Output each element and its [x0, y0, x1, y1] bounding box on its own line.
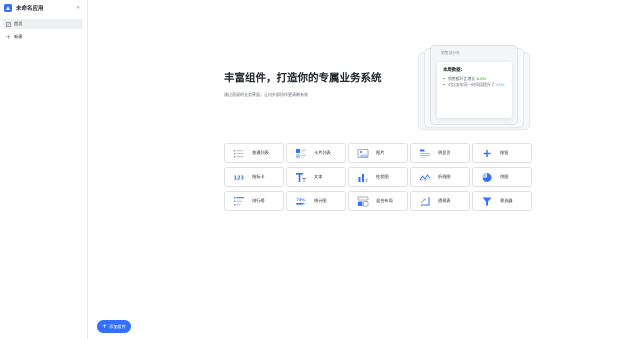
add-widget-label: 添加组件	[109, 323, 126, 329]
widget-label: 明显页	[438, 150, 451, 155]
metric-123-icon: 123	[230, 170, 248, 184]
widget-metric-card[interactable]: 123 指标卡	[224, 167, 284, 187]
preview-card-content: 本周数据: 销售额环比增长 6.8% 对比去年同一时间段提升了 25%	[437, 62, 512, 118]
sidebar-item-home[interactable]: 首页	[3, 19, 83, 29]
widget-label: 筛选器	[500, 198, 513, 203]
widget-bar-chart[interactable]: 柱状图	[348, 167, 408, 187]
page-icon	[6, 21, 11, 27]
plus-icon: +	[102, 322, 108, 330]
widget-label: 图片	[376, 150, 385, 155]
app-header: 未命名应用	[0, 0, 88, 16]
widget-label: 饼图	[500, 174, 509, 179]
line-value: 25%	[495, 82, 505, 87]
svg-text:75%: 75%	[297, 198, 306, 202]
text-icon	[292, 170, 310, 184]
widget-label: 文本	[314, 174, 323, 179]
widget-label: 折线图	[438, 174, 451, 179]
sidebar-item-label: 首页	[14, 21, 23, 26]
preview-card-header: 销售部分析	[441, 50, 460, 55]
widget-label: 指标卡	[252, 174, 265, 179]
mixed-layout-icon	[354, 194, 372, 208]
line-value: 6.8%	[476, 76, 487, 81]
widget-card-list[interactable]: 卡片列表	[286, 143, 346, 163]
widget-detail-page[interactable]: 明显页	[410, 143, 470, 163]
hero-title: 丰富组件，打造你的专属业务系统	[224, 72, 382, 84]
svg-text:123: 123	[234, 175, 245, 181]
widget-label: 按钮	[500, 150, 509, 155]
widget-list[interactable]: 普通列表	[224, 143, 284, 163]
detail-page-icon	[416, 146, 434, 160]
widget-pivot-table[interactable]: 透视表	[410, 191, 470, 211]
bar-chart-icon	[354, 170, 372, 184]
ranking-icon	[230, 194, 248, 208]
widget-pie-chart[interactable]: 饼图	[472, 167, 532, 187]
widget-ranking[interactable]: 排行榜	[224, 191, 284, 211]
preview-card-title: 本周数据:	[443, 68, 463, 73]
widget-label: 卡片列表	[314, 150, 331, 155]
line-chart-icon	[416, 170, 434, 184]
percent-chart-icon: 75%	[292, 194, 310, 208]
sidebar-item-label: 新建	[14, 34, 23, 39]
widget-label: 透视表	[438, 198, 451, 203]
list-icon	[230, 146, 248, 160]
hero-subtitle: 通过直观的业务界面，让内外部协作更清晰有效	[224, 92, 308, 97]
widget-filter[interactable]: 筛选器	[472, 191, 532, 211]
sidebar-item-new[interactable]: + 新建	[3, 32, 83, 42]
preview-card-line: 对比去年同一时间段提升了 25%	[443, 82, 506, 88]
app-logo-icon	[4, 4, 12, 12]
widget-button[interactable]: 按钮	[472, 143, 532, 163]
plus-icon	[478, 146, 496, 160]
pie-chart-icon	[478, 170, 496, 184]
plus-icon: +	[5, 33, 12, 41]
sidebar: 未命名应用 « 首页 + 新建	[0, 0, 88, 339]
widget-label: 混合布局	[376, 198, 393, 203]
double-chevron-left-icon[interactable]: «	[76, 4, 80, 12]
card-list-icon	[292, 146, 310, 160]
line-text: 对比去年同一时间段提升了	[448, 82, 495, 87]
widget-label: 排行榜	[252, 198, 265, 203]
add-widget-button[interactable]: + 添加组件	[97, 320, 131, 333]
widget-statistic[interactable]: 75% 统计图	[286, 191, 346, 211]
app-title: 未命名应用	[16, 6, 44, 12]
widget-image[interactable]: 图片	[348, 143, 408, 163]
widget-line-chart[interactable]: 折线图	[410, 167, 470, 187]
image-icon	[354, 146, 372, 160]
filter-icon	[478, 194, 496, 208]
widget-label: 普通列表	[252, 150, 269, 155]
widget-text[interactable]: 文本	[286, 167, 346, 187]
pivot-table-icon	[416, 194, 434, 208]
widget-label: 柱状图	[376, 174, 389, 179]
preview-card: 销售部分析 本周数据: 销售额环比增长 6.8% 对比去年同一时间段提升了 25…	[430, 45, 518, 125]
widget-mixed-layout[interactable]: 混合布局	[348, 191, 408, 211]
widget-label: 统计图	[314, 198, 327, 203]
line-text: 销售额环比增长	[448, 76, 476, 81]
